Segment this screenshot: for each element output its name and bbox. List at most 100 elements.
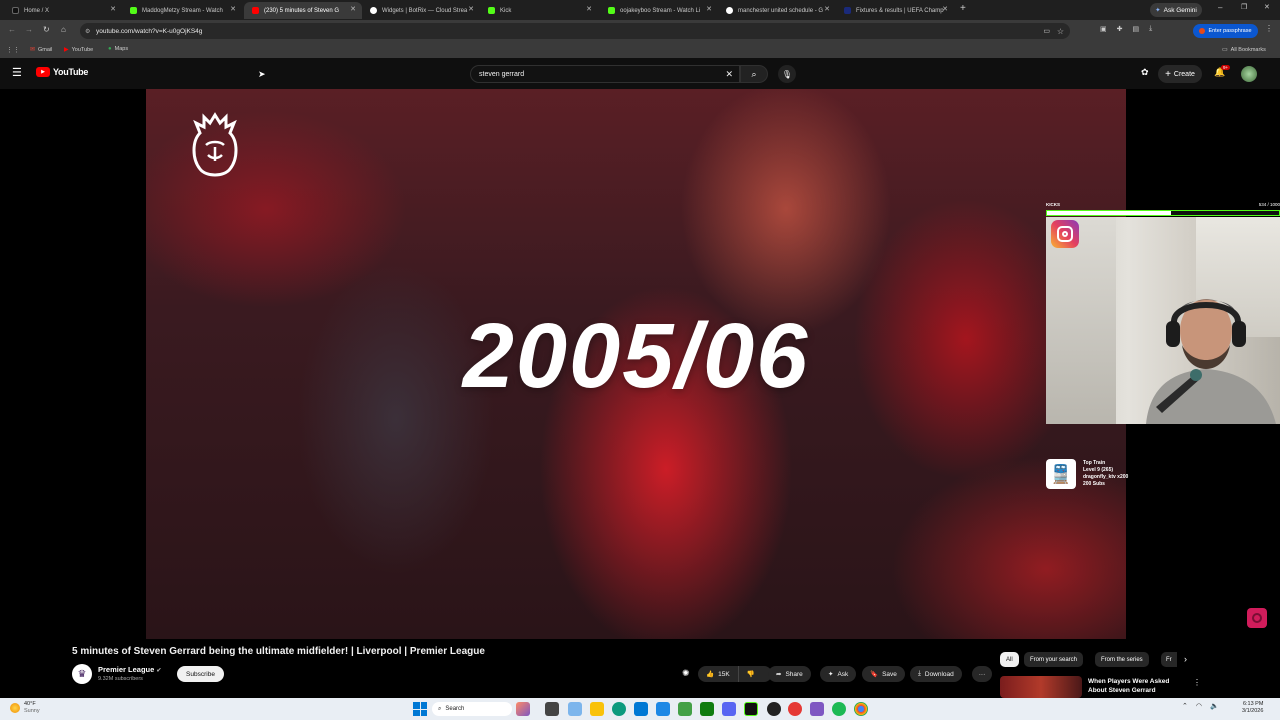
tab-uefa[interactable]: Fixtures & results | UEFA Champ ✕ [836, 2, 954, 19]
voice-search-button[interactable]: 🎙 [778, 65, 796, 83]
like-button[interactable]: 👍 15K [698, 666, 739, 682]
url-text: youtube.com/watch?v=K-u0gOjKS4g [96, 27, 203, 35]
sidepanel-icon[interactable]: ▤ [1133, 25, 1140, 33]
volume-icon[interactable]: 🔈 [1210, 702, 1219, 710]
channel-avatar[interactable]: ♛ [72, 664, 92, 684]
minimize-icon[interactable]: – [1218, 3, 1222, 12]
close-tab-icon[interactable]: ✕ [586, 5, 592, 13]
chevron-right-icon[interactable]: › [1184, 654, 1187, 664]
cast-icon[interactable]: ▭ [1043, 27, 1050, 35]
search-button[interactable]: ⌕ [740, 65, 768, 83]
share-button[interactable]: ➦ Share [768, 666, 811, 682]
chip-from-the-series[interactable]: From the series [1095, 652, 1149, 667]
obs-icon[interactable] [767, 702, 781, 716]
download-button[interactable]: ⤓ Download [910, 666, 962, 682]
search-input[interactable]: steven gerrard ✕ [470, 65, 740, 83]
browser-tab-strip: Home / X ✕ MaddogMetzy Stream - Watch ✕ … [0, 0, 1280, 20]
back-icon[interactable]: ← [8, 25, 16, 34]
tab-youtube-active[interactable]: (230) 5 minutes of Steven G ✕ [244, 2, 362, 19]
x-logo-icon [12, 7, 19, 14]
hamburger-menu-icon[interactable]: ☰ [12, 66, 22, 79]
extension-icon[interactable]: ▣ [1100, 25, 1107, 33]
spotify-icon[interactable] [832, 702, 846, 716]
more-horizontal-icon: ··· [978, 670, 986, 678]
discord-icon[interactable] [722, 702, 736, 716]
chevron-up-icon[interactable]: ⌃ [1182, 702, 1188, 710]
ask-button[interactable]: ✦ Ask [820, 666, 857, 682]
video-player[interactable]: 2005/06 [146, 89, 1126, 639]
task-view-icon[interactable] [545, 702, 559, 716]
tab-maddogmetzy[interactable]: MaddogMetzy Stream - Watch ✕ [122, 2, 242, 19]
forward-icon[interactable]: → [25, 25, 33, 34]
close-tab-icon[interactable]: ✕ [350, 5, 356, 13]
account-avatar[interactable] [1241, 66, 1257, 82]
bookmark-maps[interactable]: ● Maps [108, 46, 128, 52]
weather-widget[interactable]: 40°F Sunny [24, 701, 40, 715]
store-icon[interactable] [634, 702, 648, 716]
close-tab-icon[interactable]: ✕ [230, 5, 236, 13]
all-bookmarks[interactable]: ▭ All Bookmarks [1222, 46, 1266, 54]
new-tab-icon[interactable]: + [960, 3, 966, 14]
bookmark-youtube[interactable]: ▶ YouTube [64, 46, 93, 54]
ai-sparkle-icon[interactable]: ✺ [682, 668, 690, 679]
cast-activity-icon[interactable]: ✿ [1141, 67, 1149, 78]
kebab-menu-icon[interactable]: ⋮ [1265, 24, 1273, 33]
tab-oojakeyboo[interactable]: oojakeyboo Stream - Watch Li ✕ [600, 2, 718, 19]
download-tray-icon[interactable]: ⤓ [1149, 25, 1152, 33]
wifi-icon[interactable]: ◠ [1196, 702, 1202, 710]
tab-botrix[interactable]: Widgets | BotRix — Cloud Strea ✕ [362, 2, 480, 19]
bookmark-star-icon[interactable]: ☆ [1057, 27, 1064, 36]
save-button[interactable]: 🔖 Save [862, 666, 905, 682]
close-tab-icon[interactable]: ✕ [824, 5, 830, 13]
dislike-button[interactable]: 👎 [739, 666, 763, 682]
bookmark-label: Maps [114, 46, 129, 52]
terminal-icon[interactable] [744, 702, 758, 716]
apps-grid-icon[interactable]: ⋮⋮ [6, 46, 20, 54]
windows-start-icon[interactable] [413, 702, 427, 716]
chip-all[interactable]: All [1000, 652, 1019, 667]
tab-x[interactable]: Home / X ✕ [4, 2, 122, 19]
subscribe-button[interactable]: Subscribe [177, 666, 224, 682]
bookmark-gmail[interactable]: ✉ Gmail [30, 46, 52, 54]
youtube-logo[interactable]: ▶ YouTube [36, 67, 88, 77]
app-purple-icon[interactable] [810, 702, 824, 716]
clock[interactable]: 6:13 PM 3/1/2026 [1242, 701, 1263, 715]
like-dislike-group: 👍 15K 👎 [698, 666, 772, 682]
app-red-icon[interactable] [788, 702, 802, 716]
maximize-icon[interactable]: ❐ [1241, 3, 1247, 11]
xbox-icon[interactable] [700, 702, 714, 716]
site-info-icon[interactable]: ⚙ [85, 28, 90, 35]
close-tab-icon[interactable]: ✕ [706, 5, 712, 13]
passphrase-label: Enter passphrase [1208, 28, 1252, 34]
tab-kick[interactable]: Kick ✕ [480, 2, 598, 19]
widgets-app-icon[interactable] [568, 702, 582, 716]
close-window-icon[interactable]: ✕ [1264, 3, 1270, 11]
close-tab-icon[interactable]: ✕ [468, 5, 474, 13]
reload-icon[interactable]: ↻ [43, 25, 50, 34]
taskbar-search[interactable]: ⌕ Search [432, 702, 512, 716]
create-button[interactable]: + Create [1158, 65, 1202, 83]
related-video-title[interactable]: When Players Were Asked About Steven Ger… [1088, 677, 1169, 695]
copilot-icon[interactable] [516, 702, 530, 716]
file-explorer-icon[interactable] [590, 702, 604, 716]
channel-name-row[interactable]: Premier League ✔ [98, 665, 161, 674]
close-tab-icon[interactable]: ✕ [942, 5, 948, 13]
more-actions-button[interactable]: ··· [972, 666, 992, 682]
home-icon[interactable]: ⌂ [61, 25, 66, 34]
tab-google-search[interactable]: manchester united schedule - G ✕ [718, 2, 836, 19]
ask-gemini-button[interactable]: ✦ Ask Gemini [1150, 3, 1202, 17]
clear-search-icon[interactable]: ✕ [725, 69, 733, 80]
related-video-thumbnail[interactable] [1000, 676, 1082, 698]
address-bar[interactable]: ⚙ youtube.com/watch?v=K-u0gOjKS4g ▭ ☆ [80, 23, 1070, 39]
passphrase-button[interactable]: Enter passphrase [1193, 24, 1258, 38]
app-icon[interactable] [678, 702, 692, 716]
chip-from-your-search[interactable]: From your search [1024, 652, 1084, 667]
related-more-icon[interactable]: ⋮ [1193, 678, 1201, 687]
search-query: steven gerrard [479, 70, 525, 78]
chip-partial[interactable]: Fr [1161, 652, 1177, 667]
chrome-icon[interactable] [854, 702, 868, 716]
edge-icon[interactable] [612, 702, 626, 716]
close-tab-icon[interactable]: ✕ [110, 5, 116, 13]
mail-icon[interactable] [656, 702, 670, 716]
puzzle-icon[interactable]: ✚ [1117, 25, 1123, 33]
